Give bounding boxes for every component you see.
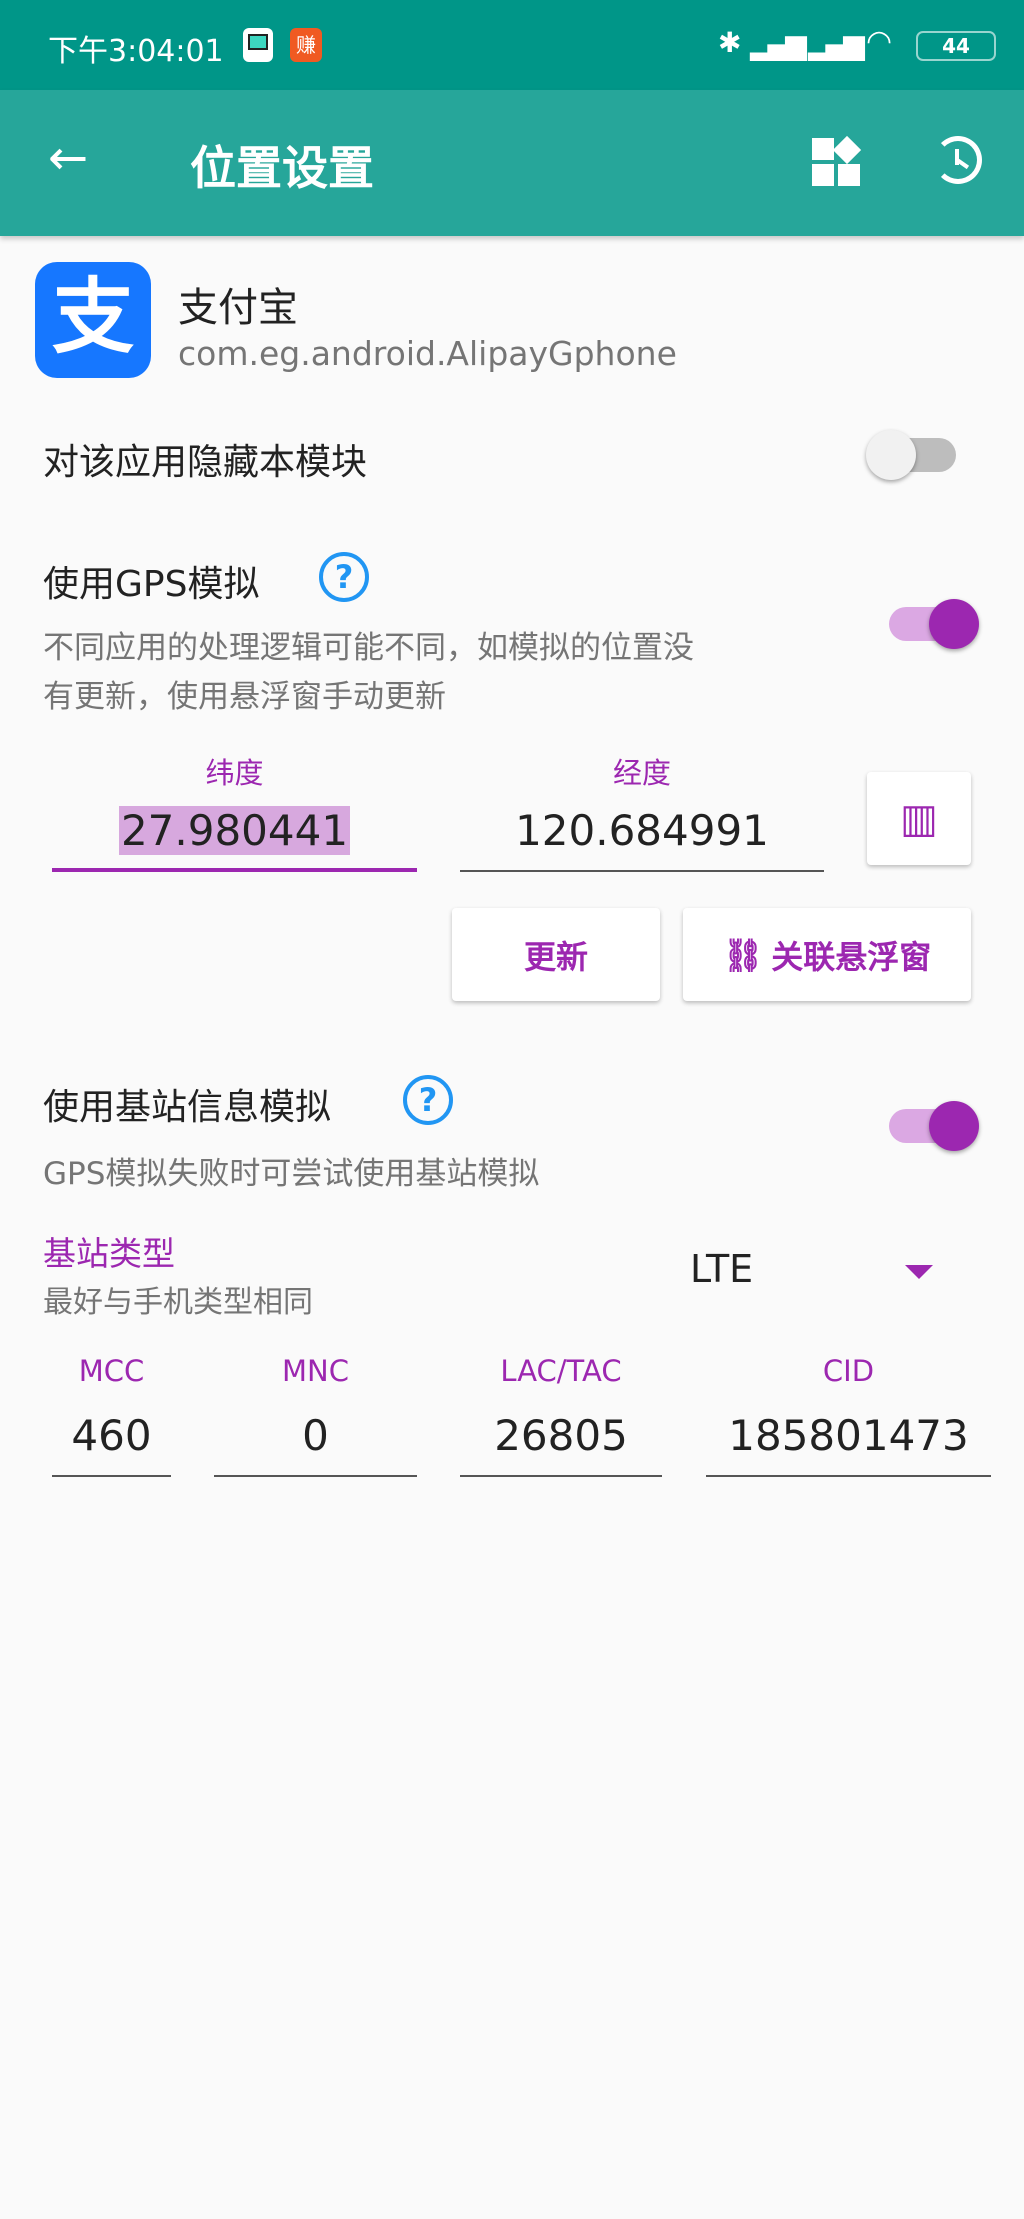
widgets-icon[interactable] xyxy=(812,135,862,188)
gps-description-2: 有更新，使用悬浮窗手动更新 xyxy=(43,679,446,715)
cell-type-label: 基站类型 xyxy=(43,1234,175,1273)
page-title: 位置设置 xyxy=(190,141,374,195)
cid-input[interactable]: 185801473 xyxy=(706,1405,991,1477)
wifi-icon: ◠ xyxy=(866,24,893,59)
alipay-app-icon: 支 xyxy=(35,262,151,378)
bluetooth-icon: ✱ xyxy=(718,26,742,59)
app-name: 支付宝 xyxy=(178,285,298,331)
longitude-input[interactable]: 120.684991 xyxy=(460,800,824,872)
latitude-input[interactable]: 27.980441 xyxy=(52,800,417,872)
link-icon: ⛓ xyxy=(722,935,764,974)
cell-label: 使用基站信息模拟 xyxy=(43,1087,332,1128)
gps-toggle[interactable] xyxy=(889,599,979,649)
cell-help-icon[interactable]: ? xyxy=(403,1075,453,1125)
gps-help-icon[interactable]: ? xyxy=(319,552,369,602)
back-button[interactable]: ← xyxy=(48,130,88,186)
lac-label: LAC/TAC xyxy=(500,1354,622,1388)
cell-description: GPS模拟失败时可尝试使用基站模拟 xyxy=(43,1156,540,1192)
status-bar: 下午3:04:01 赚 ✱ ▂▄▆ ▂▄▆ ◠ 44 xyxy=(0,0,1024,90)
history-icon[interactable] xyxy=(934,136,982,184)
link-floating-window-button[interactable]: ⛓ 关联悬浮窗 xyxy=(683,908,971,1001)
hide-module-toggle[interactable] xyxy=(866,430,956,480)
mcc-input[interactable]: 460 xyxy=(52,1405,171,1477)
mnc-label: MNC xyxy=(282,1354,349,1388)
signal-icon-2: ▂▄▆ xyxy=(808,28,865,61)
map-button[interactable]: ▥ xyxy=(867,772,971,865)
battery-icon: 44 xyxy=(916,31,996,61)
hide-module-label: 对该应用隐藏本模块 xyxy=(43,442,368,483)
cell-toggle[interactable] xyxy=(889,1101,979,1151)
notification-badge: 赚 xyxy=(290,28,322,62)
chevron-down-icon xyxy=(905,1265,933,1279)
longitude-label: 经度 xyxy=(612,756,671,790)
gps-label: 使用GPS模拟 xyxy=(43,564,260,605)
mcc-label: MCC xyxy=(78,1354,145,1388)
cid-label: CID xyxy=(822,1354,875,1388)
gps-description: 不同应用的处理逻辑可能不同，如模拟的位置没 xyxy=(43,630,694,666)
tv-app-icon xyxy=(243,28,273,62)
cell-type-hint: 最好与手机类型相同 xyxy=(43,1285,313,1320)
cell-type-dropdown[interactable]: LTE xyxy=(690,1245,980,1301)
update-button[interactable]: 更新 xyxy=(452,908,660,1001)
app-package: com.eg.android.AlipayGphone xyxy=(178,334,677,373)
status-time: 下午3:04:01 xyxy=(48,34,224,69)
app-bar: ← 位置设置 xyxy=(0,90,1024,236)
latitude-label: 纬度 xyxy=(205,756,264,790)
map-icon: ▥ xyxy=(900,795,938,842)
signal-icon: ▂▄▆ xyxy=(750,28,807,61)
mnc-input[interactable]: 0 xyxy=(214,1405,417,1477)
lac-input[interactable]: 26805 xyxy=(460,1405,662,1477)
